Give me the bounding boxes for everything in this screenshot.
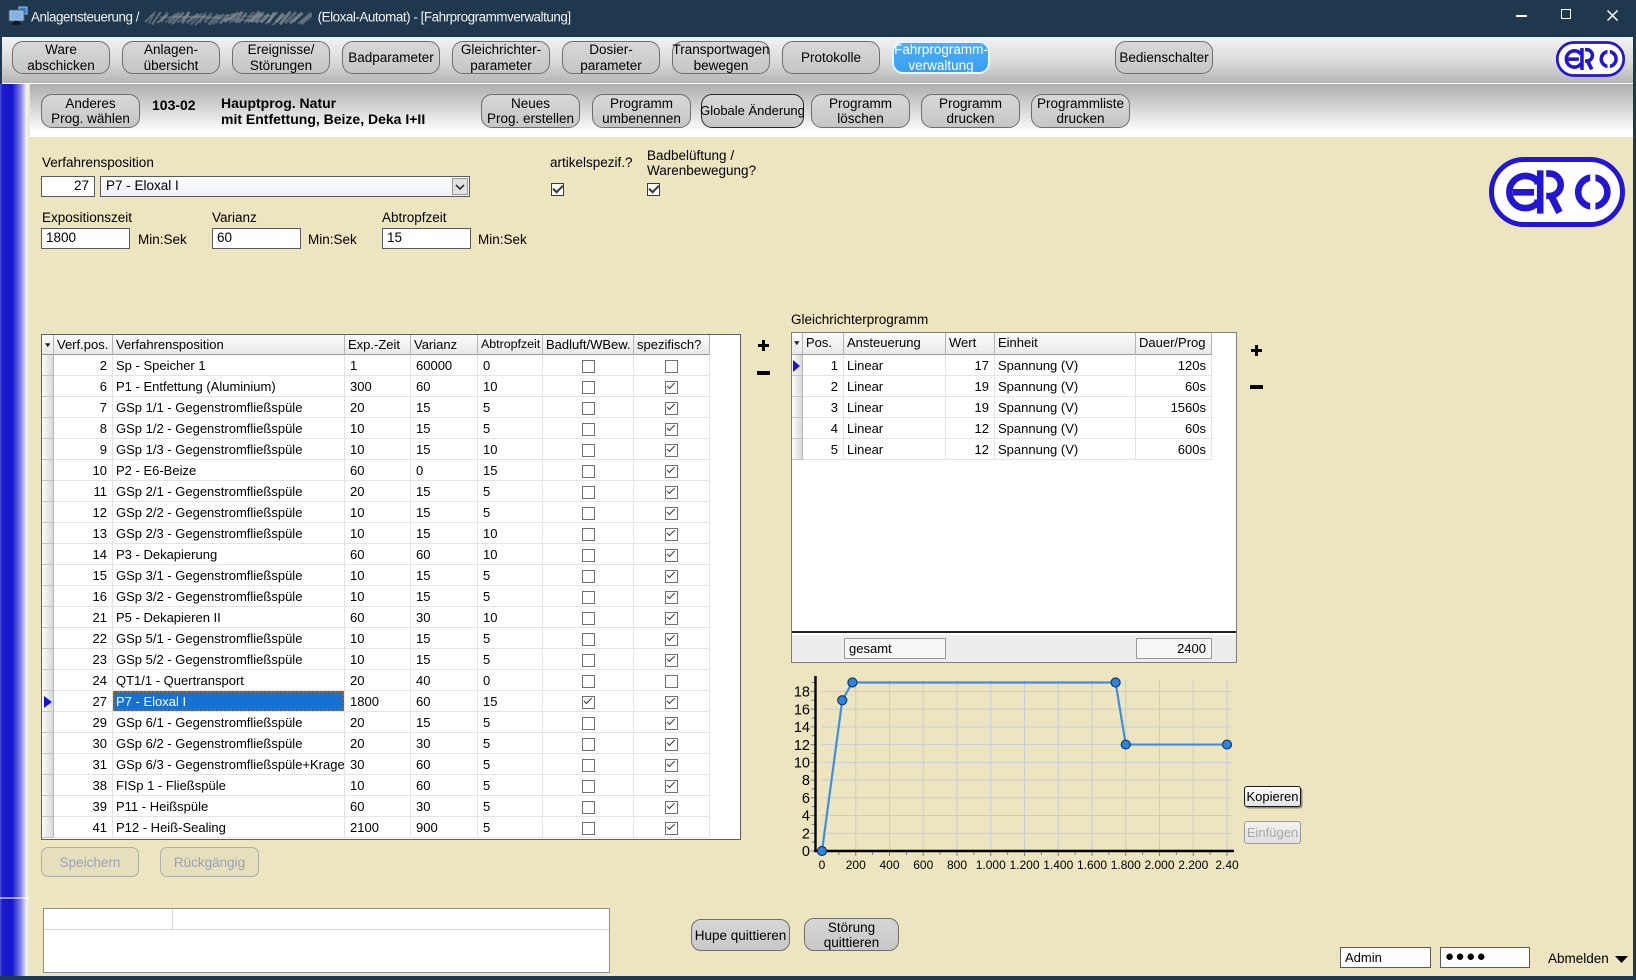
svg-text:1.800: 1.800	[1111, 858, 1141, 872]
svg-text:1.200: 1.200	[1009, 858, 1039, 872]
svg-text:10: 10	[794, 756, 810, 772]
svg-text:1.400: 1.400	[1043, 858, 1073, 872]
svg-text:2.200: 2.200	[1178, 858, 1208, 872]
svg-text:2.40: 2.40	[1215, 858, 1239, 872]
svg-text:800: 800	[947, 858, 967, 872]
svg-text:18: 18	[794, 685, 810, 701]
svg-text:200: 200	[846, 858, 866, 872]
svg-text:16: 16	[794, 702, 810, 718]
svg-text:6: 6	[802, 791, 810, 807]
svg-text:400: 400	[879, 858, 899, 872]
svg-text:600: 600	[913, 858, 933, 872]
svg-text:0: 0	[802, 844, 810, 860]
svg-text:14: 14	[794, 720, 810, 736]
svg-text:4: 4	[802, 809, 810, 825]
svg-text:0: 0	[819, 858, 826, 872]
svg-text:2: 2	[802, 827, 810, 843]
svg-text:12: 12	[794, 738, 810, 754]
svg-text:8: 8	[802, 773, 810, 789]
svg-text:2.000: 2.000	[1144, 858, 1174, 872]
svg-text:1.600: 1.600	[1077, 858, 1107, 872]
svg-text:1.000: 1.000	[976, 858, 1006, 872]
